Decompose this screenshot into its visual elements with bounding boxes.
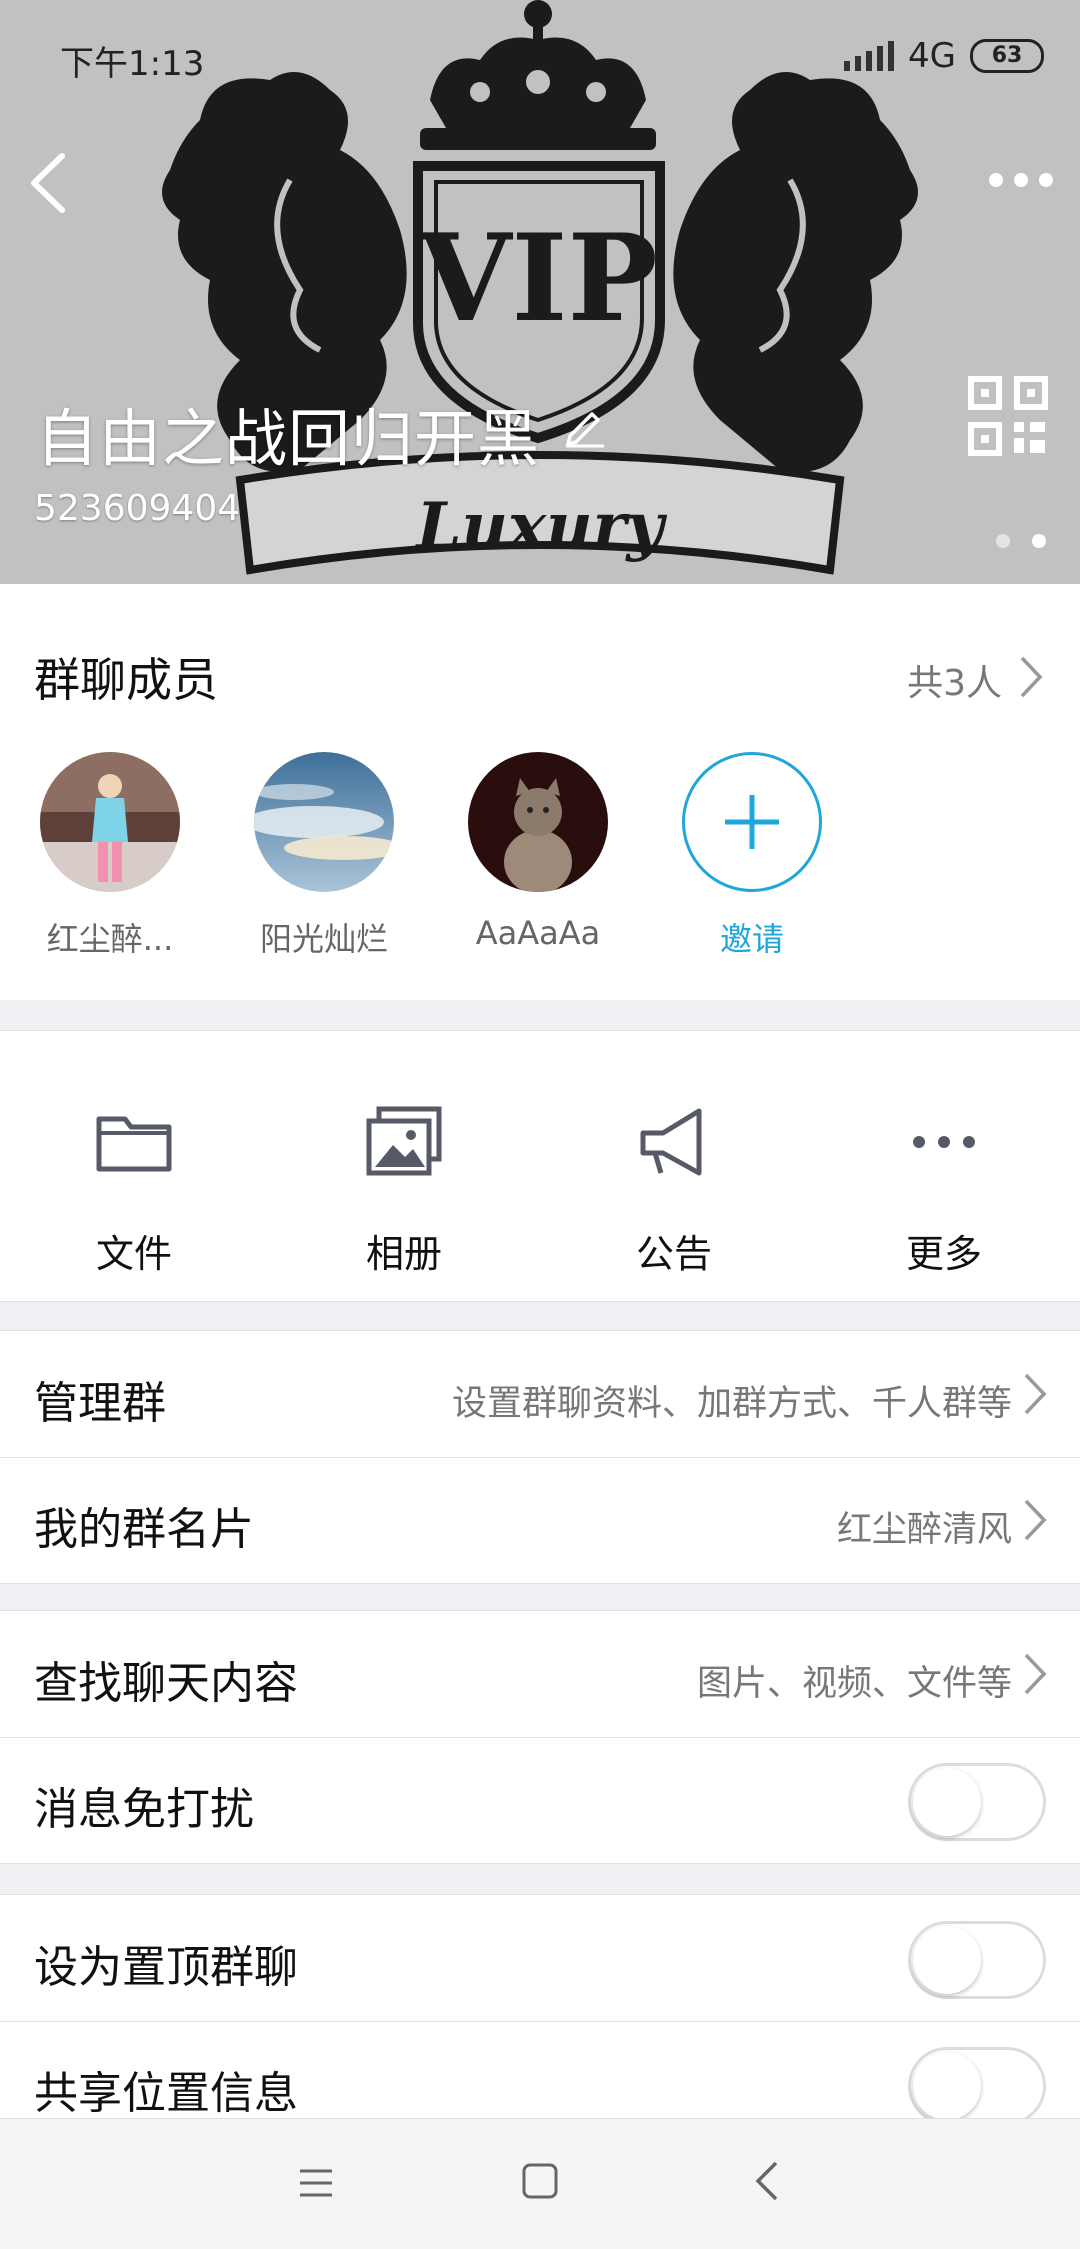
toggle-knob — [913, 1926, 981, 1994]
folder-icon — [96, 1116, 172, 1172]
system-back-icon[interactable] — [752, 2159, 782, 2203]
more-actions-label: 更多 — [905, 1232, 982, 1276]
member-name: AaAaAa — [475, 914, 601, 952]
status-time: 下午1:13 — [60, 44, 205, 84]
chevron-right-icon — [1024, 1373, 1047, 1415]
member-avatar[interactable] — [40, 752, 180, 892]
more-actions-button[interactable]: 更多 — [844, 1101, 1044, 1278]
album-button[interactable]: 相册 — [304, 1101, 504, 1278]
chevron-right-icon — [1024, 1499, 1047, 1541]
signal-icon — [844, 41, 895, 71]
members-section: 群聊成员 共3人 红尘醉... 阳光灿烂 AaAaAa 邀请 — [0, 584, 1080, 1000]
recent-apps-icon[interactable] — [296, 2163, 336, 2203]
photo-album-icon — [366, 1106, 442, 1176]
search-history-value: 图片、视频、文件等 — [696, 1664, 1012, 1704]
settings-group-manage: 管理群 设置群聊资料、加群方式、千人群等 我的群名片 红尘醉清风 — [0, 1330, 1080, 1584]
toggle-knob — [913, 1768, 981, 1836]
files-button[interactable]: 文件 — [34, 1101, 234, 1278]
share-location-title: 共享位置信息 — [34, 2068, 298, 2119]
manage-group-value: 设置群聊资料、加群方式、千人群等 — [451, 1384, 1012, 1424]
invite-label: 邀请 — [719, 920, 784, 958]
do-not-disturb-toggle[interactable] — [908, 1763, 1046, 1841]
settings-group-misc: 设为置顶群聊 共享位置信息 — [0, 1894, 1080, 2148]
network-type: 4G — [908, 36, 956, 76]
do-not-disturb-row: 消息免打扰 — [0, 1737, 1080, 1863]
status-indicators: 4G 63 — [844, 36, 1044, 76]
member-item[interactable]: AaAaAa — [448, 752, 628, 952]
page-dot — [996, 534, 1010, 548]
add-member-icon[interactable] — [682, 752, 822, 892]
system-navigation-bar — [0, 2118, 1080, 2249]
edit-pencil-icon[interactable] — [562, 402, 608, 448]
files-label: 文件 — [95, 1232, 172, 1276]
group-card-row[interactable]: 我的群名片 红尘醉清风 — [0, 1457, 1080, 1583]
search-history-row[interactable]: 查找聊天内容 图片、视频、文件等 — [0, 1611, 1080, 1737]
invite-member-button[interactable]: 邀请 — [662, 752, 842, 960]
member-item[interactable]: 阳光灿烂 — [234, 752, 414, 960]
banner-ribbon-text: Luxury — [414, 489, 667, 564]
page-dot-active — [1032, 534, 1046, 548]
chevron-right-icon[interactable] — [1018, 654, 1044, 700]
pin-chat-row: 设为置顶群聊 — [0, 1895, 1080, 2021]
members-title: 群聊成员 — [34, 653, 218, 707]
member-avatar[interactable] — [254, 752, 394, 892]
group-header-banner: VIP Luxury 下午1:13 4G 63 自由之战回归开黑 5236094… — [0, 0, 1080, 584]
pin-chat-toggle[interactable] — [908, 1921, 1046, 1999]
member-name: 阳光灿烂 — [259, 920, 388, 958]
settings-group-chat: 查找聊天内容 图片、视频、文件等 消息免打扰 — [0, 1610, 1080, 1864]
megaphone-icon — [640, 1108, 702, 1176]
group-name: 自由之战回归开黑 — [36, 402, 541, 475]
do-not-disturb-title: 消息免打扰 — [34, 1784, 254, 1835]
more-options-icon[interactable] — [986, 160, 1056, 200]
battery-icon: 63 — [970, 39, 1044, 73]
search-history-title: 查找聊天内容 — [34, 1658, 298, 1709]
member-avatar[interactable] — [468, 752, 608, 892]
quick-actions: 文件 相册 公告 更多 — [0, 1030, 1080, 1302]
member-item[interactable]: 红尘醉... — [20, 752, 200, 960]
manage-group-title: 管理群 — [34, 1378, 166, 1429]
members-count[interactable]: 共3人 — [907, 654, 1002, 706]
member-name: 红尘醉... — [46, 920, 174, 958]
home-icon[interactable] — [520, 2161, 560, 2201]
album-label: 相册 — [365, 1232, 442, 1276]
banner-vip-text: VIP — [417, 208, 657, 349]
more-dots-icon — [913, 1136, 975, 1148]
share-location-toggle[interactable] — [908, 2047, 1046, 2125]
banner-page-indicator — [996, 534, 1046, 548]
group-id: 523609404 — [34, 488, 241, 529]
announcement-button[interactable]: 公告 — [574, 1101, 774, 1278]
manage-group-row[interactable]: 管理群 设置群聊资料、加群方式、千人群等 — [0, 1331, 1080, 1457]
announcement-label: 公告 — [635, 1232, 712, 1276]
group-card-value: 红尘醉清风 — [836, 1510, 1012, 1550]
qr-code-icon[interactable] — [968, 376, 1048, 456]
group-card-title: 我的群名片 — [34, 1504, 254, 1555]
pin-chat-title: 设为置顶群聊 — [34, 1942, 298, 1993]
chevron-right-icon — [1024, 1653, 1047, 1695]
toggle-knob — [913, 2052, 981, 2120]
back-arrow-icon[interactable] — [20, 148, 80, 218]
